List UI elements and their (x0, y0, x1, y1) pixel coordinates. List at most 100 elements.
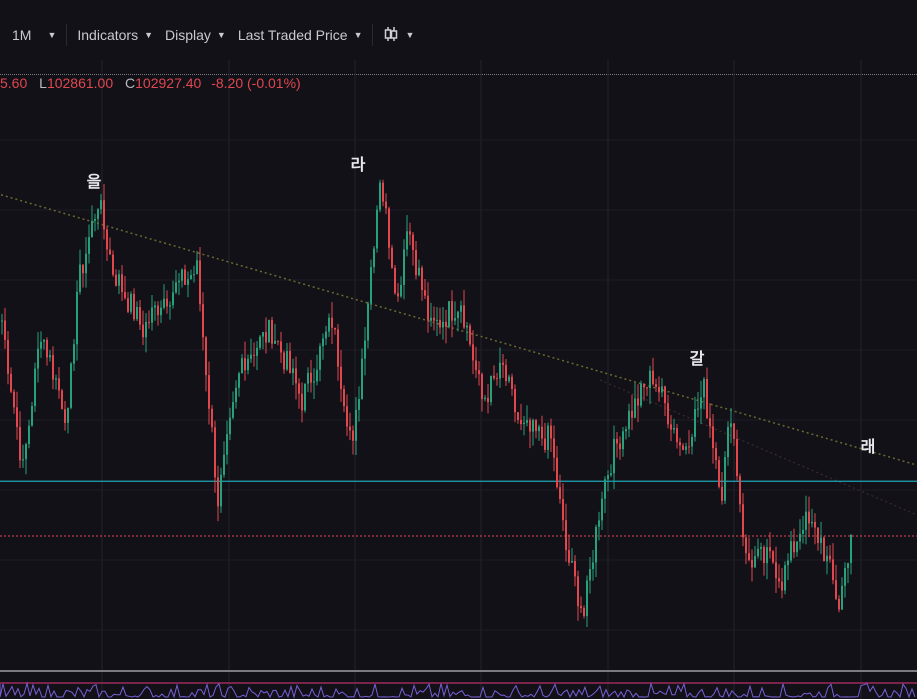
candle-body (733, 423, 735, 439)
candle-body (208, 375, 210, 409)
candle-body (577, 576, 579, 607)
candle-body (70, 363, 72, 408)
candle-body (472, 344, 474, 361)
candle-body (19, 426, 21, 461)
candle-body (412, 234, 414, 251)
wave-label: 래 (860, 439, 876, 457)
candle-body (835, 580, 837, 599)
candle-body (592, 562, 594, 570)
wave-label: 갈 (689, 350, 705, 368)
candle-body (493, 375, 495, 379)
low-label: L (39, 75, 47, 91)
candle-body (553, 438, 555, 458)
candle-body (637, 398, 639, 406)
candle-body (766, 547, 768, 564)
candle-body (331, 317, 333, 328)
candle-body (247, 358, 249, 371)
candle-body (631, 410, 633, 418)
candle-body (751, 559, 753, 568)
candle-body (271, 319, 273, 344)
candle-body (691, 436, 693, 447)
candle-body (673, 428, 675, 430)
candle-body (547, 425, 549, 450)
candle-body (790, 541, 792, 561)
wave-label: 라 (350, 157, 366, 175)
candle-body (841, 585, 843, 610)
candle-body (772, 551, 774, 563)
candle-body (478, 370, 480, 375)
candle-body (601, 498, 603, 521)
candle-body (619, 443, 621, 450)
candle-body (232, 402, 234, 418)
candle-body (223, 454, 225, 475)
wave-label: 을 (86, 173, 102, 191)
low-value: 102861.00 (46, 75, 114, 91)
candle-body (571, 561, 573, 563)
candle-body (25, 444, 27, 460)
candle-body (49, 355, 51, 358)
candle-body (97, 209, 99, 219)
candle-body (46, 339, 48, 358)
candle-body (295, 368, 297, 384)
candle-body (250, 354, 252, 359)
candle-body (481, 374, 483, 400)
candle-body (79, 264, 81, 292)
candle-body (43, 339, 45, 342)
candle-body (541, 426, 543, 439)
candle-body (349, 426, 351, 431)
candle-body (298, 383, 300, 394)
candle-body (82, 264, 84, 274)
candle-body (457, 311, 459, 319)
candle-body (808, 511, 810, 524)
candle-body (379, 182, 381, 210)
candle-body (802, 529, 804, 534)
candle-body (586, 580, 588, 617)
candle-body (73, 344, 75, 364)
candle-body (16, 407, 18, 427)
candle-body (832, 559, 834, 581)
candle-body (496, 378, 498, 380)
candle-body (103, 200, 105, 230)
candle-body (226, 434, 228, 455)
candle-body (625, 429, 627, 432)
candle-body (721, 486, 723, 501)
candle-body (811, 521, 813, 524)
candle-body (262, 332, 264, 337)
candle-body (589, 569, 591, 581)
candle-body (676, 428, 678, 443)
candle-body (805, 511, 807, 530)
candle-body (517, 412, 519, 420)
candle-body (310, 372, 312, 383)
candle-body (358, 399, 360, 410)
candle-body (268, 319, 270, 343)
candle-body (361, 358, 363, 400)
candle-body (736, 438, 738, 477)
candle-body (568, 550, 570, 563)
candle-body (829, 555, 831, 560)
candle-body (565, 520, 567, 551)
candle-body (511, 376, 513, 389)
candle-body (679, 442, 681, 446)
candle-body (118, 274, 120, 286)
candle-body (652, 370, 654, 385)
candle-body (634, 398, 636, 418)
candle-body (172, 292, 174, 306)
candle-body (40, 341, 42, 349)
candle-body (337, 329, 339, 367)
candle-body (424, 290, 426, 296)
candle-body (283, 352, 285, 370)
candle-body (4, 320, 6, 340)
candle-body (559, 487, 561, 500)
candle-body (664, 386, 666, 404)
candle-body (94, 218, 96, 221)
price-chart[interactable] (0, 0, 917, 699)
candle-body (715, 448, 717, 461)
candle-body (847, 563, 849, 569)
candle-body (514, 388, 516, 413)
candle-body (160, 307, 162, 316)
candle-body (256, 347, 258, 356)
candle-body (7, 339, 9, 374)
candle-body (364, 340, 366, 359)
close-label: C (125, 75, 136, 91)
candle-body (598, 520, 600, 527)
